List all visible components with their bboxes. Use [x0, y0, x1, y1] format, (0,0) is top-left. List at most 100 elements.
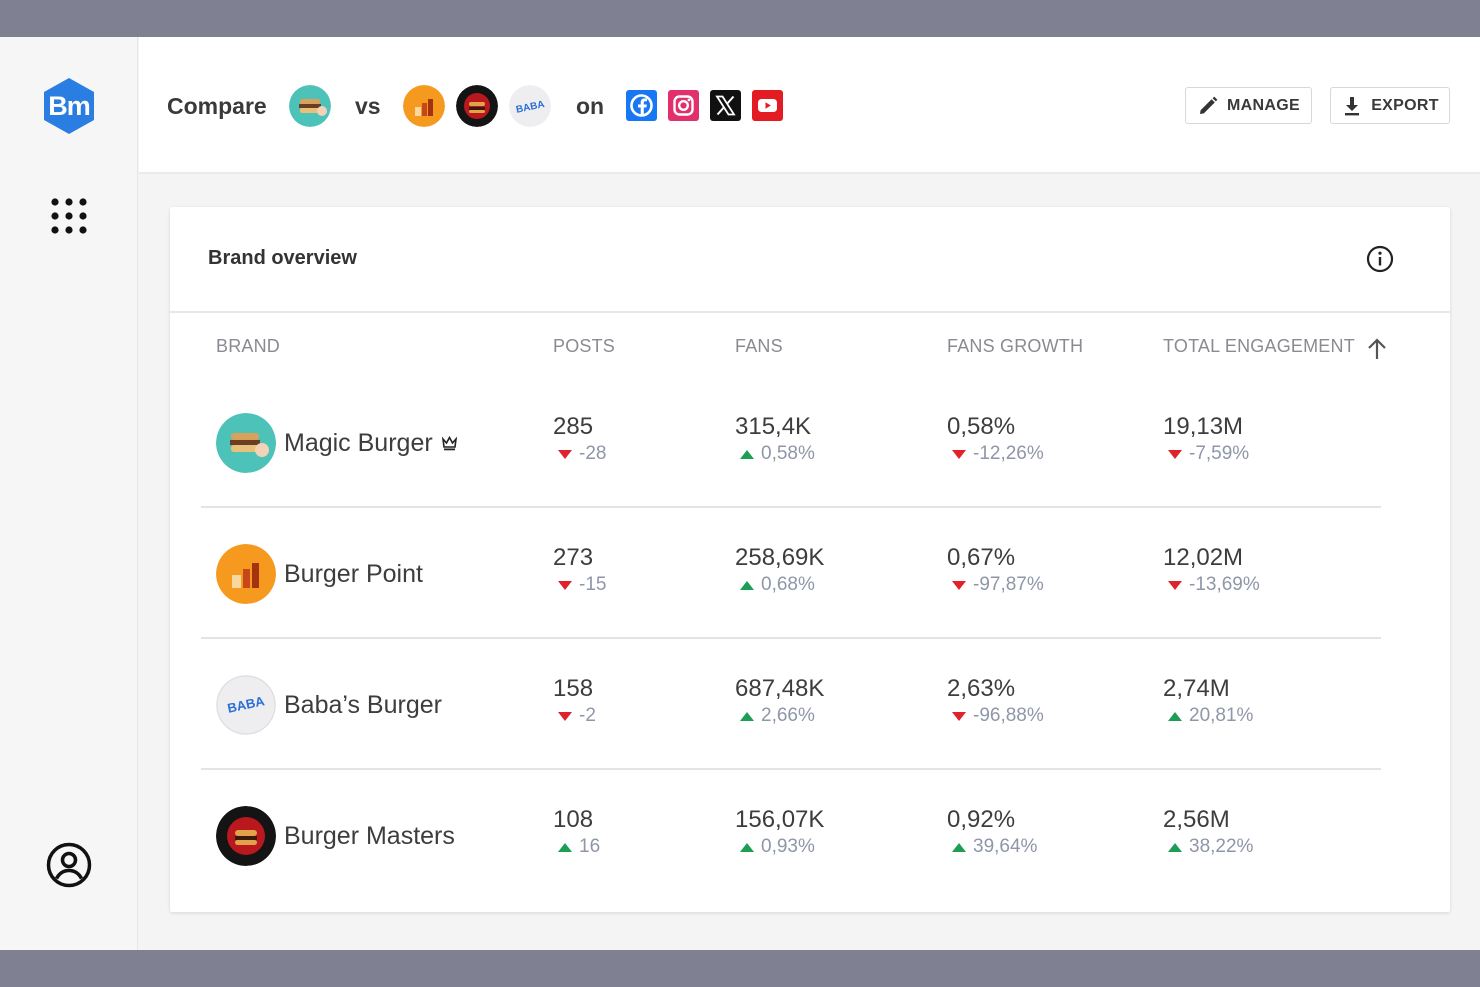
trend-down-icon: [952, 580, 966, 590]
fans-value: 258,69K: [735, 544, 825, 571]
app-window: Bm Compare vs BABA on MANAGE EXPORT Bran…: [0, 37, 1480, 950]
trend-up-icon: [740, 711, 754, 721]
sidebar: Bm: [0, 37, 138, 950]
posts-cell: 273 -15: [553, 544, 606, 598]
posts-delta: -28: [558, 441, 606, 467]
fans-cell: 687,48K 2,66%: [735, 675, 824, 729]
youtube-icon[interactable]: [752, 90, 783, 121]
brand-name-text: Burger Point: [284, 560, 423, 588]
engagement-cell: 12,02M -13,69%: [1163, 544, 1260, 598]
fans-cell: 156,07K 0,93%: [735, 806, 824, 860]
fans-growth-value: 0,67%: [947, 544, 1016, 571]
fans-delta: 0,58%: [740, 441, 815, 467]
table-row[interactable]: BABA Baba’s Burger 158 -2 687,48K 2,66% …: [201, 639, 1381, 770]
instagram-icon[interactable]: [668, 90, 699, 121]
brand-avatar-babas-burger: BABA: [216, 675, 276, 735]
trend-down-icon: [558, 711, 572, 721]
sort-ascending-icon[interactable]: [1366, 337, 1388, 361]
export-button[interactable]: EXPORT: [1330, 87, 1450, 124]
engagement-value: 19,13M: [1163, 413, 1244, 440]
download-icon: [1345, 96, 1360, 115]
competitor-avatar-burger-masters[interactable]: [456, 85, 498, 127]
column-header-fans[interactable]: FANS: [735, 336, 783, 357]
export-button-label: EXPORT: [1371, 96, 1439, 114]
brand-name-text: Burger Masters: [284, 822, 455, 850]
fans-growth-value: 2,63%: [947, 675, 1016, 702]
manage-button-label: MANAGE: [1227, 96, 1300, 114]
trend-down-icon: [1168, 580, 1182, 590]
competitor-avatar-babas-burger[interactable]: BABA: [509, 85, 551, 127]
brand-avatar-burger-masters: [216, 806, 276, 866]
trend-down-icon: [558, 580, 572, 590]
fans-value: 156,07K: [735, 806, 825, 833]
posts-value: 273: [553, 544, 594, 571]
trend-up-icon: [740, 449, 754, 459]
posts-delta: -2: [558, 703, 596, 729]
trend-down-icon: [558, 449, 572, 459]
app-logo[interactable]: Bm: [42, 77, 96, 135]
engagement-cell: 19,13M -7,59%: [1163, 413, 1249, 467]
competitor-avatar-burger-point[interactable]: [403, 85, 445, 127]
fans-delta: 2,66%: [740, 703, 824, 729]
engagement-delta: 38,22%: [1168, 834, 1253, 860]
facebook-icon[interactable]: [626, 90, 657, 121]
column-header-brand[interactable]: BRAND: [216, 336, 280, 357]
table-row[interactable]: Magic Burger 285 -28 315,4K 0,58% 0,58% …: [201, 377, 1381, 508]
fans-growth-value: 0,58%: [947, 413, 1016, 440]
posts-value: 108: [553, 806, 594, 833]
card-header: Brand overview: [170, 207, 1450, 313]
fans-cell: 258,69K 0,68%: [735, 544, 824, 598]
brand-name: Burger Point: [284, 560, 423, 589]
main-brand-avatar[interactable]: [289, 85, 331, 127]
card-title: Brand overview: [208, 247, 357, 269]
trend-up-icon: [1168, 711, 1182, 721]
engagement-value: 2,56M: [1163, 806, 1230, 833]
fans-delta: 0,68%: [740, 572, 824, 598]
engagement-cell: 2,74M 20,81%: [1163, 675, 1253, 729]
user-account-icon[interactable]: [45, 841, 93, 889]
fans-growth-delta: -97,87%: [952, 572, 1044, 598]
trend-up-icon: [952, 842, 966, 852]
posts-cell: 108 16: [553, 806, 600, 860]
trend-up-icon: [740, 842, 754, 852]
x-icon[interactable]: [710, 90, 741, 121]
fans-value: 687,48K: [735, 675, 825, 702]
logo-text: Bm: [48, 91, 91, 121]
vs-label: vs: [355, 93, 381, 119]
engagement-value: 12,02M: [1163, 544, 1244, 571]
pencil-icon: [1200, 96, 1218, 114]
info-icon[interactable]: [1366, 245, 1394, 273]
posts-value: 158: [553, 675, 594, 702]
fans-delta: 0,93%: [740, 834, 824, 860]
fans-growth-cell: 2,63% -96,88%: [947, 675, 1044, 729]
apps-grid-icon[interactable]: [50, 197, 88, 235]
column-header-total-engagement[interactable]: TOTAL ENGAGEMENT: [1163, 336, 1355, 357]
posts-cell: 158 -2: [553, 675, 596, 729]
manage-button[interactable]: MANAGE: [1185, 87, 1312, 124]
fans-growth-value: 0,92%: [947, 806, 1016, 833]
column-header-fans-growth[interactable]: FANS GROWTH: [947, 336, 1083, 357]
fans-value: 315,4K: [735, 413, 812, 440]
table-row[interactable]: Burger Masters 108 16 156,07K 0,93% 0,92…: [201, 770, 1381, 901]
table-row[interactable]: Burger Point 273 -15 258,69K 0,68% 0,67%…: [201, 508, 1381, 639]
brand-name: Magic Burger: [284, 429, 458, 458]
brand-overview-card: Brand overview BRAND POSTS FANS FANS GRO…: [170, 207, 1450, 912]
column-header-posts[interactable]: POSTS: [553, 336, 615, 357]
fans-growth-cell: 0,92% 39,64%: [947, 806, 1037, 860]
posts-delta: 16: [558, 834, 600, 860]
brand-name-text: Baba’s Burger: [284, 691, 442, 719]
main-content: Compare vs BABA on MANAGE EXPORT Brand o…: [139, 37, 1480, 950]
trend-up-icon: [558, 842, 572, 852]
posts-delta: -15: [558, 572, 606, 598]
fans-growth-delta: 39,64%: [952, 834, 1037, 860]
posts-cell: 285 -28: [553, 413, 606, 467]
trend-down-icon: [952, 449, 966, 459]
fans-growth-delta: -96,88%: [952, 703, 1044, 729]
engagement-delta: -13,69%: [1168, 572, 1260, 598]
engagement-delta: -7,59%: [1168, 441, 1249, 467]
brand-avatar-burger-point: [216, 544, 276, 604]
brand-name-text: Magic Burger: [284, 429, 433, 457]
on-label: on: [576, 93, 605, 119]
compare-label: Compare: [167, 93, 267, 119]
fans-cell: 315,4K 0,58%: [735, 413, 815, 467]
